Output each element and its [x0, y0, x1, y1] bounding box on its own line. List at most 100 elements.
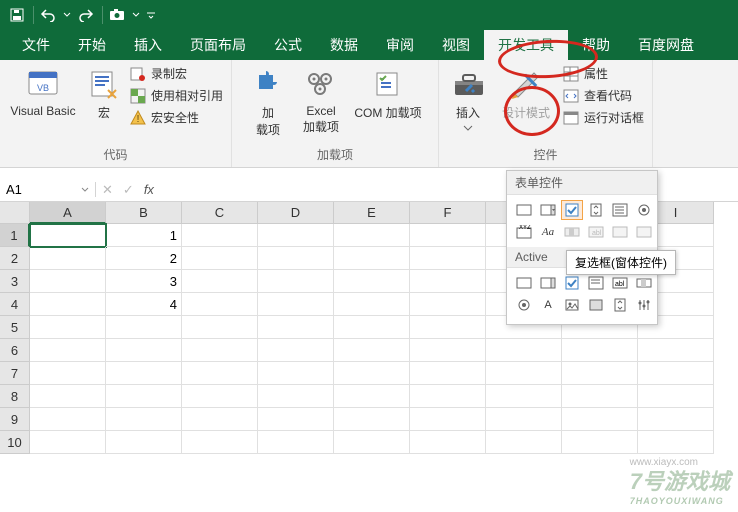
- ax-combobox[interactable]: [537, 273, 559, 293]
- cell[interactable]: [334, 408, 410, 431]
- cell[interactable]: [410, 270, 486, 293]
- camera-dropdown-icon[interactable]: [130, 4, 142, 26]
- cell[interactable]: [410, 385, 486, 408]
- cell[interactable]: [562, 408, 638, 431]
- cell[interactable]: [30, 224, 106, 247]
- ax-listbox[interactable]: [585, 273, 607, 293]
- ax-button[interactable]: [513, 273, 535, 293]
- cell[interactable]: [182, 385, 258, 408]
- cell[interactable]: [106, 362, 182, 385]
- cell[interactable]: [258, 247, 334, 270]
- cancel-icon[interactable]: ✕: [102, 182, 113, 198]
- design-mode-button[interactable]: 设计模式: [497, 64, 555, 121]
- cell[interactable]: [30, 431, 106, 454]
- cell[interactable]: [182, 339, 258, 362]
- fx-icon[interactable]: fx: [144, 182, 154, 197]
- combobox-control[interactable]: [537, 200, 559, 220]
- col-header[interactable]: F: [410, 202, 486, 224]
- cell[interactable]: [106, 339, 182, 362]
- cell[interactable]: [30, 270, 106, 293]
- textfield-control[interactable]: abl: [585, 222, 607, 242]
- ax-option[interactable]: [513, 295, 535, 315]
- cell[interactable]: [562, 385, 638, 408]
- listbox-control[interactable]: [609, 200, 631, 220]
- col-header[interactable]: B: [106, 202, 182, 224]
- cell[interactable]: [410, 339, 486, 362]
- visual-basic-button[interactable]: VB Visual Basic: [6, 64, 80, 118]
- cell[interactable]: [334, 224, 410, 247]
- label-control[interactable]: Aa: [537, 222, 559, 242]
- tab-formulas[interactable]: 公式: [260, 30, 316, 60]
- row-header[interactable]: 2: [0, 247, 30, 270]
- tab-developer[interactable]: 开发工具: [484, 30, 568, 60]
- cell[interactable]: [638, 431, 714, 454]
- cell[interactable]: [258, 293, 334, 316]
- cell[interactable]: [182, 293, 258, 316]
- cell[interactable]: [30, 385, 106, 408]
- optionbutton-control[interactable]: [633, 200, 655, 220]
- ax-label[interactable]: A: [537, 295, 559, 315]
- enter-icon[interactable]: ✓: [123, 182, 134, 198]
- cell[interactable]: [562, 339, 638, 362]
- cell[interactable]: [30, 316, 106, 339]
- cell[interactable]: [410, 247, 486, 270]
- ax-scrollbar[interactable]: [633, 273, 655, 293]
- cell[interactable]: [562, 431, 638, 454]
- cell[interactable]: [182, 408, 258, 431]
- camera-icon[interactable]: [106, 4, 128, 26]
- tab-insert[interactable]: 插入: [120, 30, 176, 60]
- cell[interactable]: [30, 293, 106, 316]
- cell[interactable]: [638, 408, 714, 431]
- col-header[interactable]: A: [30, 202, 106, 224]
- cell[interactable]: 3: [106, 270, 182, 293]
- qat-customize-icon[interactable]: [144, 4, 158, 26]
- insert-control-button[interactable]: 插入: [445, 64, 491, 131]
- undo-dropdown-icon[interactable]: [61, 4, 73, 26]
- macro-security-button[interactable]: ! 宏安全性: [128, 108, 225, 127]
- cell[interactable]: [334, 362, 410, 385]
- button-control[interactable]: [513, 200, 535, 220]
- cell[interactable]: [106, 316, 182, 339]
- view-code-button[interactable]: 查看代码: [561, 86, 646, 105]
- tab-view[interactable]: 视图: [428, 30, 484, 60]
- row-header[interactable]: 8: [0, 385, 30, 408]
- cell[interactable]: [30, 408, 106, 431]
- cell[interactable]: [30, 362, 106, 385]
- tab-baidu[interactable]: 百度网盘: [624, 30, 708, 60]
- cell[interactable]: [182, 247, 258, 270]
- select-all-corner[interactable]: [0, 202, 30, 224]
- groupbox-control[interactable]: XYZ: [513, 222, 535, 242]
- cell[interactable]: 2: [106, 247, 182, 270]
- record-macro-button[interactable]: 录制宏: [128, 64, 225, 83]
- cell[interactable]: [182, 362, 258, 385]
- cell[interactable]: [410, 431, 486, 454]
- cell[interactable]: [258, 316, 334, 339]
- cell[interactable]: [334, 385, 410, 408]
- cell[interactable]: [410, 293, 486, 316]
- cell[interactable]: [30, 247, 106, 270]
- tab-review[interactable]: 审阅: [372, 30, 428, 60]
- cell[interactable]: [258, 431, 334, 454]
- ax-spin[interactable]: [609, 295, 631, 315]
- run-dialog-button[interactable]: 运行对话框: [561, 108, 646, 127]
- tab-pagelayout[interactable]: 页面布局: [176, 30, 260, 60]
- cell[interactable]: [106, 431, 182, 454]
- ax-textbox[interactable]: abl: [609, 273, 631, 293]
- cell[interactable]: [30, 339, 106, 362]
- cell[interactable]: [334, 431, 410, 454]
- cell[interactable]: [486, 408, 562, 431]
- ax-more[interactable]: [633, 295, 655, 315]
- cell[interactable]: [334, 270, 410, 293]
- excel-addins-button[interactable]: Excel 加载项: [296, 64, 346, 135]
- cell[interactable]: [182, 316, 258, 339]
- row-header[interactable]: 3: [0, 270, 30, 293]
- cell[interactable]: [258, 385, 334, 408]
- tab-help[interactable]: 帮助: [568, 30, 624, 60]
- name-box[interactable]: A1: [0, 182, 96, 197]
- row-header[interactable]: 10: [0, 431, 30, 454]
- cell[interactable]: [258, 362, 334, 385]
- cell[interactable]: [258, 339, 334, 362]
- row-header[interactable]: 4: [0, 293, 30, 316]
- cell[interactable]: [638, 362, 714, 385]
- cell[interactable]: [638, 385, 714, 408]
